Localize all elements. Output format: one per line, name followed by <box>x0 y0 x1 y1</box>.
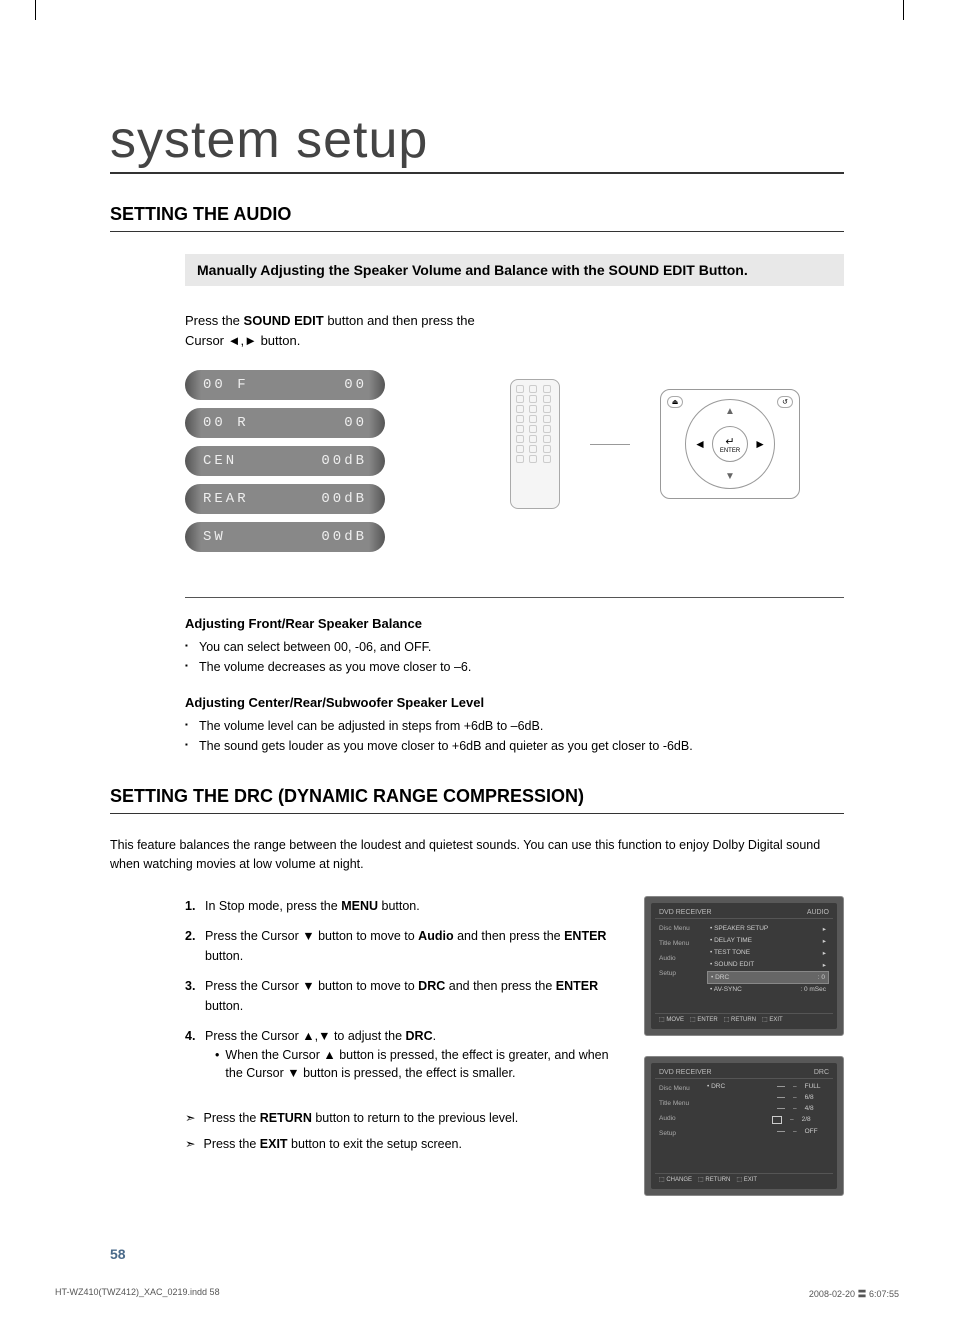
note-item: Press the RETURN button to return to the… <box>185 1108 624 1128</box>
bullet-list: You can select between 00, -06, and OFF.… <box>185 637 844 677</box>
lcd-row: 00 F00 <box>185 370 385 400</box>
subheading-sound-edit: Manually Adjusting the Speaker Volume an… <box>185 254 844 286</box>
button-icon: ↺ <box>777 396 793 408</box>
adjust-heading: Adjusting Front/Rear Speaker Balance <box>185 616 844 631</box>
bullet-list: The volume level can be adjusted in step… <box>185 716 844 756</box>
footer-meta: HT-WZ410(TWZ412)_XAC_0219.indd 58 2008-0… <box>55 1287 899 1300</box>
arrow-icon <box>185 1134 195 1154</box>
text-bold: SOUND EDIT <box>244 313 324 328</box>
crop-marks <box>0 0 954 30</box>
step-item: 2. Press the Cursor ▼ button to move to … <box>185 926 624 966</box>
intro-paragraph: This feature balances the range between … <box>110 836 844 874</box>
dpad-left-icon: ◄ <box>694 437 706 451</box>
list-item: The volume level can be adjusted in step… <box>185 716 844 736</box>
divider <box>185 597 844 598</box>
remote-body <box>510 379 560 509</box>
list-item: The volume decreases as you move closer … <box>185 657 844 677</box>
dpad: ▲ ▼ ◄ ► ENTER <box>685 399 775 489</box>
page-number: 58 <box>110 1246 844 1262</box>
note-item: Press the EXIT button to exit the setup … <box>185 1134 624 1154</box>
list-item: You can select between 00, -06, and OFF. <box>185 637 844 657</box>
arrow-icon <box>185 1108 195 1128</box>
step-item: 3. Press the Cursor ▼ button to move to … <box>185 976 624 1016</box>
dpad-up-icon: ▲ <box>725 406 735 417</box>
enter-button: ENTER <box>712 426 748 462</box>
footer-file: HT-WZ410(TWZ412)_XAC_0219.indd 58 <box>55 1287 220 1300</box>
section-heading-drc: SETTING THE DRC (DYNAMIC RANGE COMPRESSI… <box>110 786 844 814</box>
text: Press the <box>185 313 244 328</box>
lcd-row: REAR00dB <box>185 484 385 514</box>
step-item: 4. Press the Cursor ▲,▼ to adjust the DR… <box>185 1026 624 1084</box>
instruction-text: Press the SOUND EDIT button and then pre… <box>185 311 485 577</box>
osd-drc-menu: DVD RECEIVERDRC Disc Menu Title Menu Aud… <box>644 1056 844 1196</box>
lcd-row: CEN00dB <box>185 446 385 476</box>
list-item: The sound gets louder as you move closer… <box>185 736 844 756</box>
page-title: system setup <box>110 110 844 174</box>
lcd-row: SW00dB <box>185 522 385 552</box>
dpad-container: ⏏ ↺ ▲ ▼ ◄ ► ENTER <box>660 389 800 499</box>
dpad-down-icon: ▼ <box>725 471 735 482</box>
footer-date: 2008-02-20 〓 6:07:55 <box>809 1287 899 1300</box>
osd-audio-menu: DVD RECEIVERAUDIO Disc Menu Title Menu A… <box>644 896 844 1036</box>
adjust-heading: Adjusting Center/Rear/Subwoofer Speaker … <box>185 695 844 710</box>
remote-diagram: ⏏ ↺ ▲ ▼ ◄ ► ENTER <box>510 311 800 577</box>
section-heading-audio: SETTING THE AUDIO <box>110 204 844 232</box>
step-item: 1. In Stop mode, press the MENU button. <box>185 896 624 916</box>
button-icon: ⏏ <box>667 396 683 408</box>
lcd-row: 00 R00 <box>185 408 385 438</box>
dpad-right-icon: ► <box>754 437 766 451</box>
